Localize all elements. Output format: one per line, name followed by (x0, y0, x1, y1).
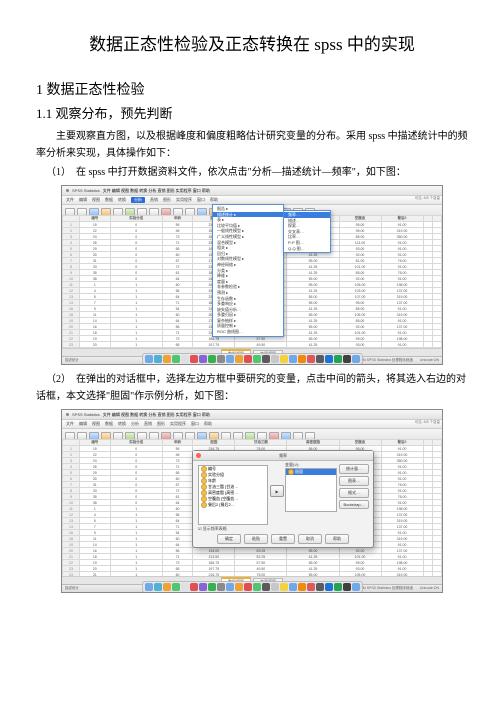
paste-button[interactable]: 粘贴 (244, 534, 268, 544)
descriptives-submenu[interactable]: 频率…描述…探索…交叉表…比率…P-P 图…Q-Q 图… (283, 210, 331, 253)
source-vars-list[interactable]: 编号实验分组年龄甘油三酯 [甘油…高密度脂 [高密…空腹血 [空腹血…餐后2 [… (198, 465, 268, 525)
screenshot-1: SPSS Statistics 文件 编辑 视图 数据 转换 分析 直销 图形 … (61, 185, 443, 365)
visible-vars-label: 可见: 8/8 个变量 (415, 420, 440, 425)
dialog-title: 频率 (193, 451, 373, 461)
analyze-menu[interactable]: 报告 ▸描述统计 ▸表 ▸比较平均值 ▸一般线性模型 ▸广义线性模型 ▸混合模型… (212, 204, 284, 337)
cancel-button[interactable]: 取消 (298, 534, 322, 544)
statistics-button[interactable]: 统计量… (339, 464, 369, 474)
show-freq-checkbox[interactable]: ☑ 显示频率表格 (198, 526, 227, 532)
close-icon[interactable] (196, 453, 201, 458)
target-vars-list[interactable]: 胆固 (285, 468, 337, 512)
ok-button[interactable]: 确定 (217, 534, 241, 544)
status-bar: 描述统计IBM SPSS Statistics 处理程序就绪 Unicode:O… (62, 356, 442, 364)
step-2: （2） 在弹出的对话框中，选择左边方框中要研究的变量，点击中间的箭头，将其选入右… (36, 371, 468, 405)
intro-paragraph: 主要观察直方图，以及根据峰度和偏度粗略估计研究变量的分布。采用 spss 中描述… (36, 128, 468, 162)
charts-button[interactable]: 图表… (339, 476, 369, 486)
visible-vars-label: 可见: 8/8 个变量 (415, 196, 440, 201)
mac-menubar: SPSS Statistics 文件 编辑 视图 数据 转换 分析 直销 图形 … (62, 410, 442, 420)
mac-menubar: SPSS Statistics 文件 编辑 视图 数据 转换 分析 直销 图形 … (62, 186, 442, 196)
screenshot-2: SPSS Statistics 文件 编辑 视图 数据 转换 分析 直销 图形 … (61, 409, 443, 593)
section-1-1: 1.1 观察分布，预先判断 (36, 103, 468, 122)
bootstrap-button[interactable]: Bootstrap… (339, 500, 369, 509)
status-bar: 描述统计IBM SPSS Statistics 处理程序就绪 Unicode:O… (62, 584, 442, 592)
format-button[interactable]: 格式… (339, 488, 369, 498)
step-1: （1） 在 spss 中打开数据资料文件，依次点击"分析—描述统计—频率"，如下… (36, 164, 468, 181)
doc-title: 数据正态性检验及正态转换在 spss 中的实现 (36, 30, 468, 55)
move-right-button[interactable]: ▶ (270, 485, 284, 497)
frequency-dialog[interactable]: 频率 编号实验分组年龄甘油三酯 [甘油…高密度脂 [高密…空腹血 [空腹血…餐后… (192, 450, 374, 548)
app-menubar[interactable]: 文件编辑视图数据转换分析直销图形实用程序窗口帮助 (62, 420, 442, 429)
reset-button[interactable]: 重置 (271, 534, 295, 544)
section-1: 1 数据正态性检验 (36, 79, 468, 99)
help-button[interactable]: 帮助 (325, 534, 349, 544)
